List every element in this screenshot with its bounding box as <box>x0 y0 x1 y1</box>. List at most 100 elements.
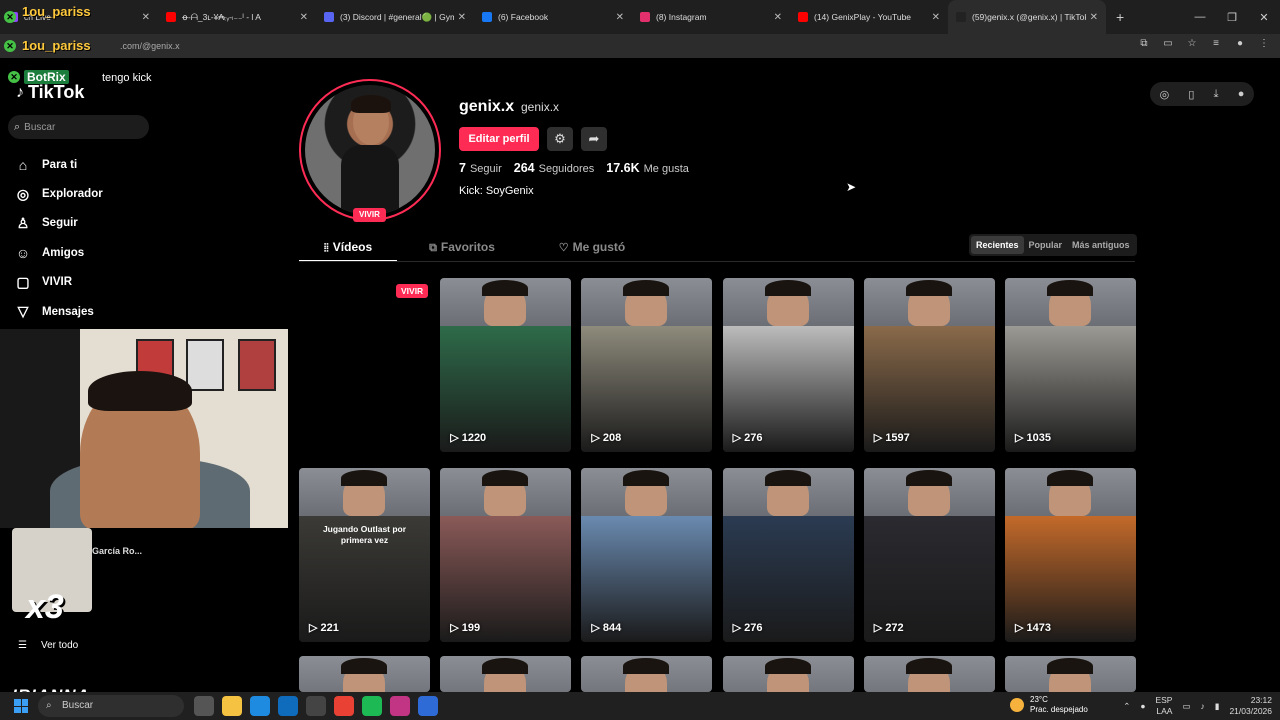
mic-icon[interactable]: ● <box>1140 701 1145 711</box>
video-card[interactable]: ▷ 844 <box>581 468 713 642</box>
video-views: ▷ 844 <box>591 621 621 634</box>
play-icon: ▷ <box>450 432 462 444</box>
new-tab-icon[interactable]: + <box>1116 9 1124 25</box>
video-card[interactable] <box>581 656 713 692</box>
browser-tab[interactable]: ꝋ-ᗩ_3ʟ-¥₳ₜᵧ-ₗ₋₋ᴵ - l A ✕ <box>158 0 316 34</box>
settings-icon[interactable]: ⚙ <box>547 127 573 151</box>
sidebar-item-para-ti[interactable]: ⌂ Para ti <box>14 150 103 179</box>
play-icon: ▷ <box>1015 432 1027 444</box>
clock[interactable]: 23:12 21/03/2026 <box>1229 695 1272 717</box>
video-card[interactable] <box>722 656 854 692</box>
close-tab-icon[interactable]: ✕ <box>774 12 782 23</box>
close-window-icon[interactable]: ✕ <box>1248 11 1280 24</box>
following-stat[interactable]: 7 Seguir <box>459 161 502 175</box>
video-card[interactable] <box>863 656 995 692</box>
media-icon[interactable]: ≡ <box>1210 38 1222 50</box>
sidebar-item-seguir[interactable]: ♙ Seguir <box>14 209 103 238</box>
close-tab-icon[interactable]: ✕ <box>142 12 150 23</box>
app-icon[interactable] <box>390 696 410 716</box>
close-tab-icon[interactable]: ✕ <box>458 12 466 23</box>
file-explorer-icon[interactable] <box>222 696 242 716</box>
edit-profile-button[interactable]: Editar perfil <box>459 127 539 151</box>
sort-option[interactable]: Recientes <box>971 236 1024 254</box>
video-card[interactable]: ▷ 1220 <box>440 278 572 452</box>
sidebar-item-explorador[interactable]: ◎ Explorador <box>14 179 103 208</box>
video-card[interactable] <box>299 656 430 692</box>
play-icon: ▷ <box>591 622 603 634</box>
network-icon[interactable]: ▭ <box>1182 701 1190 712</box>
app-icon[interactable] <box>362 696 382 716</box>
store-icon[interactable] <box>306 696 326 716</box>
video-card[interactable]: ▷ 276 <box>722 468 854 642</box>
tab-label: Me gustó <box>572 240 626 254</box>
video-card[interactable]: ▷ 199 <box>440 468 572 642</box>
star-icon[interactable]: ☆ <box>1186 38 1198 50</box>
taskbar-search[interactable]: ⌕ Buscar <box>38 695 184 717</box>
install-icon[interactable]: ▭ <box>1162 38 1174 50</box>
browser-tab[interactable]: (3) Discord | #general🟢 | Gym ✕ <box>316 0 474 34</box>
language-indicator[interactable]: ESP LAA <box>1155 695 1172 717</box>
video-card[interactable]: ▷ 1035 <box>1005 278 1136 452</box>
app-icon[interactable] <box>418 696 438 716</box>
webcam-overlay <box>0 329 288 528</box>
volume-icon[interactable]: ♪ <box>1201 701 1205 711</box>
profile-icon[interactable]: ● <box>1234 38 1246 50</box>
url-field[interactable]: .com/@genix.x <box>120 38 180 54</box>
compass-icon: ◎ <box>16 185 30 202</box>
followers-stat[interactable]: 264 Seguidores <box>514 161 595 175</box>
close-tab-icon[interactable]: ✕ <box>932 12 940 23</box>
browser-tab[interactable]: (8) Instagram ✕ <box>632 0 790 34</box>
video-views: ▷ 1220 <box>450 431 486 444</box>
close-tab-icon[interactable]: ✕ <box>300 12 308 23</box>
share-icon[interactable]: ➦ <box>581 127 607 151</box>
device-icon[interactable]: ▯ <box>1188 88 1194 101</box>
video-card[interactable]: ▷ 1597 <box>863 278 995 452</box>
video-card[interactable]: ▷ 1473 <box>1005 468 1136 642</box>
tiktok-logo[interactable]: ♪ TikTok <box>16 82 84 103</box>
close-tab-icon[interactable]: ✕ <box>616 12 624 23</box>
sort-option[interactable]: Popular <box>1024 236 1068 254</box>
browser-tab[interactable]: (6) Facebook ✕ <box>474 0 632 34</box>
video-card[interactable]: ▷ 272 <box>863 468 995 642</box>
tab-1[interactable]: ⧉ Favoritos <box>397 234 527 262</box>
sort-option[interactable]: Más antiguos <box>1067 236 1135 254</box>
menu-icon[interactable]: ⋮ <box>1258 38 1270 50</box>
chrome-icon[interactable] <box>334 696 354 716</box>
video-card[interactable]: Jugando Outlast por primera vez ▷ 221 <box>299 468 430 642</box>
tab-0[interactable]: ⦙⦙ Vídeos <box>299 234 397 262</box>
windows-start-icon[interactable] <box>14 699 28 713</box>
video-card[interactable]: ▷ 208 <box>581 278 713 452</box>
search-box[interactable]: ⌕ <box>8 115 149 139</box>
video-views: ▷ 1035 <box>1015 431 1051 444</box>
status-dot-icon: ✕ <box>4 11 16 23</box>
sidebar-item-mensajes[interactable]: ▽ Mensajes <box>14 297 103 326</box>
taskbar-apps <box>194 696 438 716</box>
play-icon: ▷ <box>732 432 745 444</box>
browser-tab[interactable]: (14) GenixPlay - YouTube ✕ <box>790 0 948 34</box>
search-input[interactable] <box>24 121 135 133</box>
browser-tab[interactable]: (59)genix.x (@genix.x) | TikTok ✕ <box>948 0 1106 34</box>
edge-icon[interactable] <box>250 696 270 716</box>
play-icon: ▷ <box>450 622 462 634</box>
translate-icon[interactable]: ⧉ <box>1138 38 1150 50</box>
battery-icon[interactable]: ▮ <box>1215 701 1220 712</box>
chevron-up-icon[interactable]: ⌃ <box>1123 701 1130 712</box>
download-icon[interactable]: ⤓ <box>1214 88 1219 101</box>
profile-avatar[interactable] <box>299 79 441 221</box>
task-view-icon[interactable] <box>194 696 214 716</box>
close-tab-icon[interactable]: ✕ <box>1090 12 1098 23</box>
restore-icon[interactable]: ❐ <box>1216 11 1248 24</box>
video-card[interactable]: ▷ 276 <box>722 278 854 452</box>
outlook-icon[interactable] <box>278 696 298 716</box>
tab-2[interactable]: ♡ Me gustó <box>527 234 657 262</box>
tab-favicon-icon <box>956 12 966 22</box>
compass-icon[interactable]: ◎ <box>1160 88 1170 101</box>
minimize-icon[interactable]: — <box>1184 11 1216 23</box>
video-card[interactable] <box>1005 656 1136 692</box>
ver-todo-link[interactable]: ☰ Ver todo <box>18 640 78 651</box>
sidebar-item-vivir[interactable]: ▢ VIVIR <box>14 268 103 297</box>
video-card[interactable] <box>440 656 572 692</box>
weather-widget[interactable]: 23°C Prac. despejado <box>1010 695 1088 715</box>
sidebar-item-amigos[interactable]: ☺ Amigos <box>14 238 103 267</box>
user-avatar-icon[interactable]: ● <box>1238 88 1245 100</box>
